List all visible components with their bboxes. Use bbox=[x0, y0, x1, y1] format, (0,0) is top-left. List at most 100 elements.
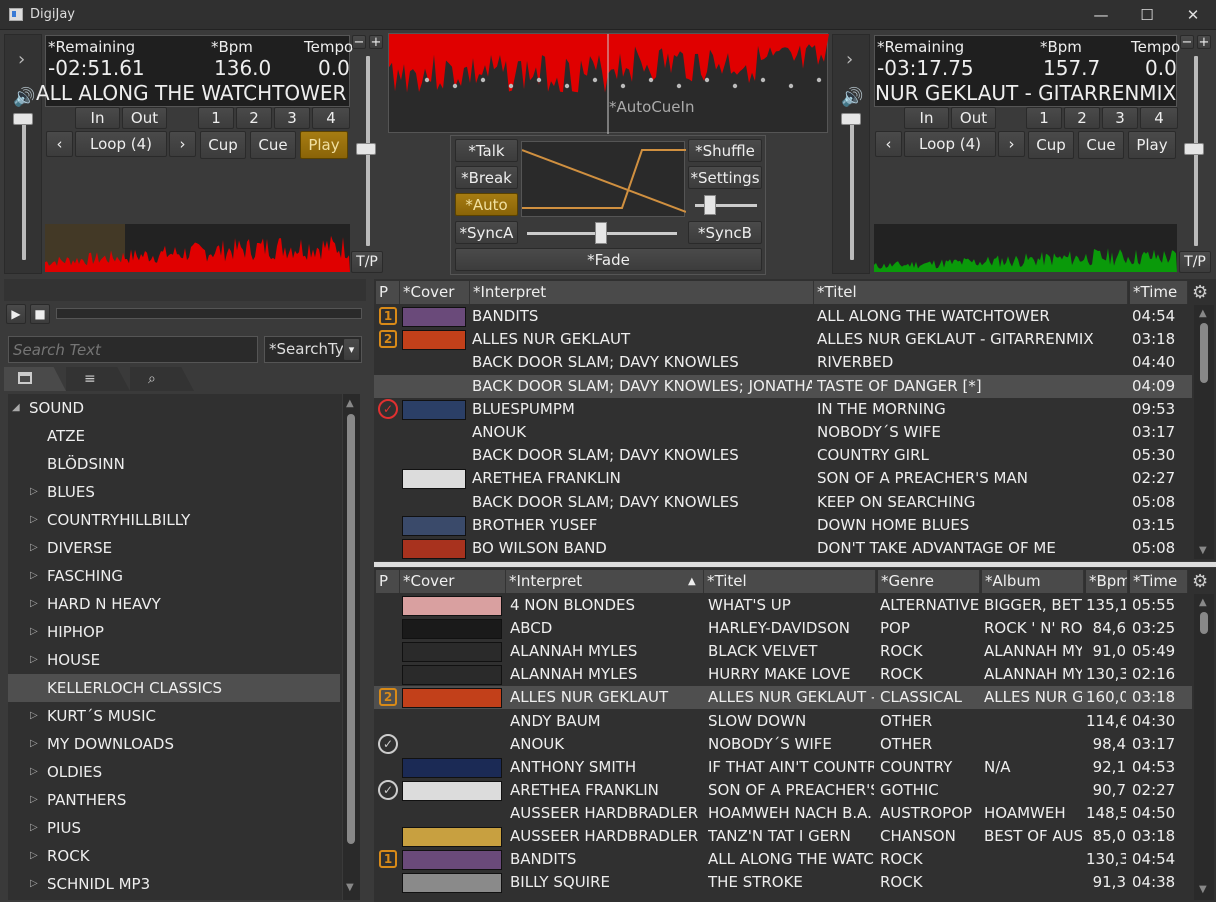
table-row[interactable]: BACK DOOR SLAM; DAVY KNOWLES RIVERBED 04:4… bbox=[374, 351, 1192, 374]
table-row[interactable]: BROTHER YUSEF DOWN HOME BLUES 03:15 bbox=[374, 514, 1192, 537]
fade-length-knob[interactable] bbox=[704, 195, 716, 215]
tp-button[interactable]: T/P bbox=[351, 251, 383, 273]
tree-item[interactable]: ▷ SCHNIDL MP3 bbox=[8, 870, 340, 898]
tab-playlist[interactable] bbox=[66, 367, 130, 391]
loop-next-button[interactable]: › bbox=[998, 131, 1025, 157]
library-scrollbar[interactable]: ▲ ▼ bbox=[1194, 594, 1214, 900]
out-button[interactable]: Out bbox=[122, 107, 167, 129]
hotcue-3-button[interactable]: 3 bbox=[1102, 107, 1138, 129]
syncb-button[interactable]: *SyncB bbox=[688, 221, 762, 244]
tree-item[interactable]: KELLERLOCH CLASSICS bbox=[8, 674, 340, 702]
loop-button[interactable]: Loop (4) bbox=[75, 131, 167, 157]
table-row[interactable]: 1 BANDITS ALL ALONG THE WATCHT ROCK 130,3 04:… bbox=[374, 848, 1192, 871]
talk-button[interactable]: *Talk bbox=[455, 139, 518, 162]
synca-button[interactable]: *SyncA bbox=[455, 221, 518, 244]
tempo-plus-button[interactable]: + bbox=[1197, 35, 1211, 50]
collapsed-arrow-icon[interactable]: ▷ bbox=[30, 730, 38, 758]
expand-icon[interactable]: › bbox=[846, 49, 853, 70]
preview-play-button[interactable]: ▶ bbox=[6, 304, 26, 324]
table-row[interactable]: ARETHEA FRANKLIN SON OF A PREACHER'S MAN 0… bbox=[374, 467, 1192, 490]
hotcue-1-button[interactable]: 1 bbox=[1026, 107, 1062, 129]
tree-item[interactable]: BLÖDSINN bbox=[8, 450, 340, 478]
table-row[interactable]: ANOUK NOBODY´S WIFE 03:17 bbox=[374, 421, 1192, 444]
in-button[interactable]: In bbox=[75, 107, 120, 129]
play-button[interactable]: Play bbox=[1128, 131, 1176, 159]
scroll-down-icon[interactable]: ▼ bbox=[346, 882, 354, 893]
deck-a-volume-track[interactable] bbox=[22, 115, 26, 260]
deck-a-volume-knob[interactable] bbox=[13, 113, 33, 125]
col-time[interactable]: *Time bbox=[1130, 281, 1188, 304]
tree-item[interactable]: ATZE bbox=[8, 422, 340, 450]
in-button[interactable]: In bbox=[904, 107, 949, 129]
splitter[interactable] bbox=[374, 562, 1216, 567]
hotcue-3-button[interactable]: 3 bbox=[274, 107, 310, 129]
hotcue-2-button[interactable]: 2 bbox=[1064, 107, 1100, 129]
table-row[interactable]: ABCD HARLEY-DAVIDSON POP ROCK ' N' ROLI 84,6… bbox=[374, 617, 1192, 640]
hotcue-4-button[interactable]: 4 bbox=[1140, 107, 1178, 129]
table-row[interactable]: ANTHONY SMITH IF THAT AIN'T COUNTRY COUNTR… bbox=[374, 756, 1192, 779]
collapsed-arrow-icon[interactable]: ▷ bbox=[30, 646, 38, 674]
table-row[interactable]: BO WILSON BAND DON'T TAKE ADVANTAGE OF ME… bbox=[374, 537, 1192, 560]
preview-stop-button[interactable]: ■ bbox=[30, 304, 50, 324]
play-button[interactable]: Play bbox=[300, 131, 348, 159]
col-p[interactable]: P bbox=[376, 281, 400, 304]
table-row[interactable]: ALANNAH MYLES BLACK VELVET ROCK ALANNAH MYL… bbox=[374, 640, 1192, 663]
table-row[interactable]: ✓ ARETHEA FRANKLIN SON OF A PREACHER'S M GO… bbox=[374, 779, 1192, 802]
tree-item[interactable]: ▷ FASCHING bbox=[8, 562, 340, 590]
deck-b-pitch-knob[interactable] bbox=[1184, 143, 1204, 155]
table-row[interactable]: BACK DOOR SLAM; DAVY KNOWLES COUNTRY GIRL… bbox=[374, 444, 1192, 467]
table-row[interactable]: 1 BANDITS ALL ALONG THE WATCHTOWER 04:54 bbox=[374, 305, 1192, 328]
collapsed-arrow-icon[interactable]: ▷ bbox=[30, 786, 38, 814]
col-titel[interactable]: *Titel bbox=[704, 570, 876, 593]
collapsed-arrow-icon[interactable]: ▷ bbox=[30, 870, 38, 898]
tree-item[interactable]: ▷ PIUS bbox=[8, 814, 340, 842]
tree-item[interactable]: ◢ SOUND bbox=[8, 394, 340, 422]
tree-item[interactable]: ▷ KURT´S MUSIC bbox=[8, 702, 340, 730]
collapsed-arrow-icon[interactable]: ▷ bbox=[30, 618, 38, 646]
table-row[interactable]: BACK DOOR SLAM; DAVY KNOWLES; JONATHA BR… bbox=[374, 374, 1192, 398]
tree-item[interactable]: ▷ OLDIES bbox=[8, 758, 340, 786]
collapsed-arrow-icon[interactable]: ▷ bbox=[30, 590, 38, 618]
playlist-scrollbar[interactable]: ▲ ▼ bbox=[1194, 305, 1214, 559]
tab-archive[interactable] bbox=[4, 367, 66, 391]
library-scroll-thumb[interactable] bbox=[1200, 612, 1208, 634]
cue-button[interactable]: Cue bbox=[250, 131, 296, 159]
hotcue-1-button[interactable]: 1 bbox=[198, 107, 234, 129]
auto-button[interactable]: *Auto bbox=[455, 193, 518, 216]
cue-button[interactable]: Cue bbox=[1078, 131, 1124, 159]
tree-scrollbar[interactable]: ▲ ▼ bbox=[343, 394, 360, 900]
search-input[interactable] bbox=[8, 336, 258, 363]
table-row[interactable]: 2 ALLES NUR GEKLAUT ALLES NUR GEKLAUT - GI… bbox=[374, 686, 1192, 710]
tree-item[interactable]: ▷ ROCK bbox=[8, 842, 340, 870]
tree-item[interactable]: ▷ MY DOWNLOADS bbox=[8, 730, 340, 758]
col-time[interactable]: *Time bbox=[1130, 570, 1188, 593]
tree-item[interactable]: ▷ BLUES bbox=[8, 478, 340, 506]
col-p[interactable]: P bbox=[376, 570, 400, 593]
tree-item[interactable]: ▷ HARD N HEAVY bbox=[8, 590, 340, 618]
break-button[interactable]: *Break bbox=[455, 166, 518, 189]
minimize-button[interactable]: — bbox=[1078, 0, 1124, 30]
col-interpret[interactable]: *Interpret ▲ bbox=[506, 570, 704, 593]
crossfader-knob[interactable] bbox=[595, 222, 607, 244]
fade-button[interactable]: *Fade bbox=[455, 248, 762, 271]
maximize-button[interactable]: ☐ bbox=[1124, 0, 1170, 30]
col-album[interactable]: *Album bbox=[982, 570, 1084, 593]
loop-prev-button[interactable]: ‹ bbox=[46, 131, 73, 157]
table-row[interactable]: BACK DOOR SLAM; DAVY KNOWLES KEEP ON SEAR… bbox=[374, 491, 1192, 514]
collapsed-arrow-icon[interactable]: ▷ bbox=[30, 758, 38, 786]
out-button[interactable]: Out bbox=[951, 107, 996, 129]
cup-button[interactable]: Cup bbox=[1028, 131, 1074, 159]
loop-prev-button[interactable]: ‹ bbox=[875, 131, 902, 157]
scroll-down-icon[interactable]: ▼ bbox=[1199, 545, 1207, 556]
collapsed-arrow-icon[interactable]: ▷ bbox=[30, 842, 38, 870]
table-row[interactable]: ✓ ANOUK NOBODY´S WIFE OTHER 98,4 03:17 bbox=[374, 733, 1192, 756]
gear-icon[interactable]: ⚙ bbox=[1192, 282, 1208, 303]
preview-progress[interactable] bbox=[56, 308, 362, 319]
table-row[interactable]: AUSSEER HARDBRADLER HOAMWEH NACH B.A. AUST… bbox=[374, 802, 1192, 825]
collapsed-arrow-icon[interactable]: ▷ bbox=[30, 814, 38, 842]
collapsed-arrow-icon[interactable]: ▷ bbox=[30, 702, 38, 730]
playlist-scroll-thumb[interactable] bbox=[1200, 323, 1208, 383]
settings-button[interactable]: *Settings bbox=[688, 166, 762, 189]
col-bpm[interactable]: *Bpm bbox=[1086, 570, 1128, 593]
table-row[interactable]: ANDY BAUM SLOW DOWN OTHER 114,6 04:30 bbox=[374, 710, 1192, 733]
